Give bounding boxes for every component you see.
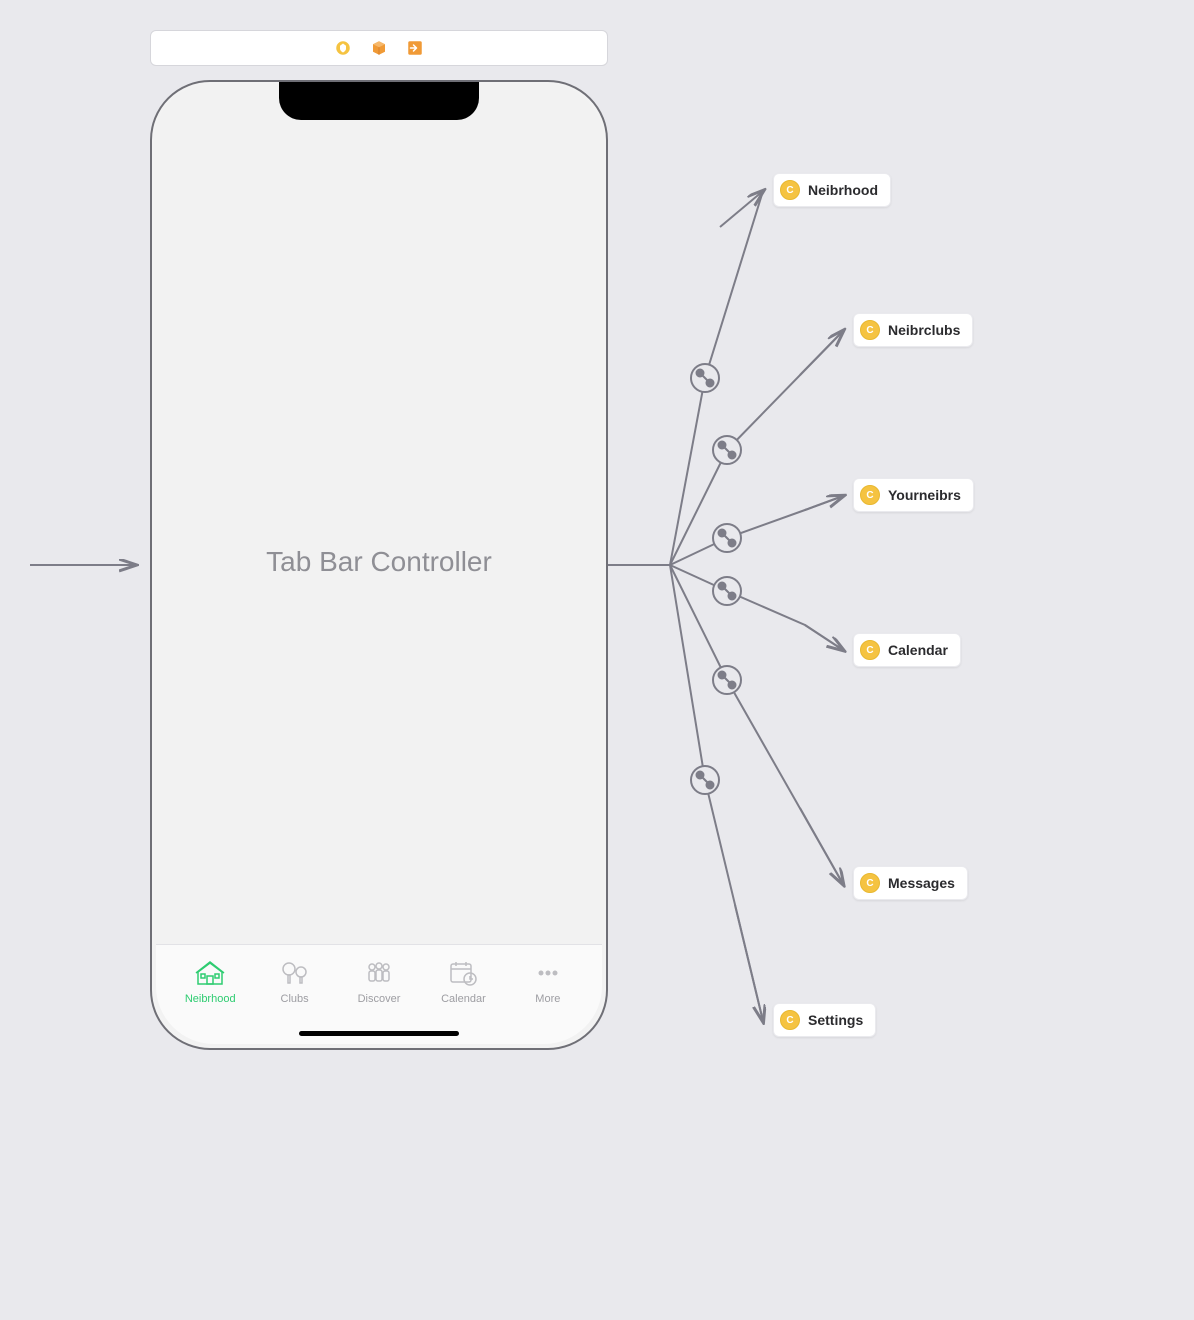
scene-badge-icon: C <box>860 485 880 505</box>
dest-settings[interactable]: C Settings <box>773 1003 876 1037</box>
people-icon <box>363 959 395 987</box>
dest-label: Messages <box>888 875 955 891</box>
phone-screen: Tab Bar Controller Neibrhood <box>154 84 604 1046</box>
segue-messages <box>670 565 843 884</box>
dest-neibrclubs[interactable]: C Neibrclubs <box>853 313 973 347</box>
dest-label: Settings <box>808 1012 863 1028</box>
scene-badge-icon: C <box>860 640 880 660</box>
shield-icon[interactable] <box>334 39 352 57</box>
segue-calendar <box>670 565 843 650</box>
tab-label: Calendar <box>441 993 486 1005</box>
exit-icon[interactable] <box>406 39 424 57</box>
phone-notch <box>279 80 479 120</box>
segue-yourneibrs <box>670 496 843 565</box>
dest-yourneibrs[interactable]: C Yourneibrs <box>853 478 974 512</box>
house-icon <box>194 959 226 987</box>
scene-badge-icon: C <box>860 320 880 340</box>
dest-messages[interactable]: C Messages <box>853 866 968 900</box>
phone-frame: Tab Bar Controller Neibrhood <box>150 80 608 1050</box>
tree-icon <box>279 959 311 987</box>
tab-label: Neibrhood <box>185 993 236 1005</box>
dest-label: Neibrclubs <box>888 322 960 338</box>
tab-label: More <box>535 993 560 1005</box>
tab-clubs[interactable]: Clubs <box>252 945 336 1044</box>
cube-icon[interactable] <box>370 39 388 57</box>
tab-neibrhood[interactable]: Neibrhood <box>156 945 252 1044</box>
dest-label: Yourneibrs <box>888 487 961 503</box>
segue-neibrhood <box>670 191 763 565</box>
segue-neibrclubs <box>670 331 843 565</box>
screen-title: Tab Bar Controller <box>154 546 604 578</box>
tab-discover[interactable]: Discover <box>337 945 421 1044</box>
dest-label: Neibrhood <box>808 182 878 198</box>
dest-neibrhood[interactable]: C Neibrhood <box>773 173 891 207</box>
dest-label: Calendar <box>888 642 948 658</box>
tab-label: Discover <box>358 993 401 1005</box>
dest-calendar[interactable]: C Calendar <box>853 633 961 667</box>
segue-settings <box>670 565 763 1021</box>
scene-badge-icon: C <box>780 180 800 200</box>
calendar-clock-icon <box>447 959 479 987</box>
more-icon <box>532 959 564 987</box>
scene-toolbar <box>150 30 608 66</box>
tab-label: Clubs <box>281 993 309 1005</box>
tab-bar: Neibrhood Clubs <box>156 944 602 1044</box>
tab-more[interactable]: More <box>506 945 602 1044</box>
tab-calendar[interactable]: Calendar <box>421 945 505 1044</box>
scene-badge-icon: C <box>860 873 880 893</box>
home-indicator <box>299 1031 459 1036</box>
scene-badge-icon: C <box>780 1010 800 1030</box>
